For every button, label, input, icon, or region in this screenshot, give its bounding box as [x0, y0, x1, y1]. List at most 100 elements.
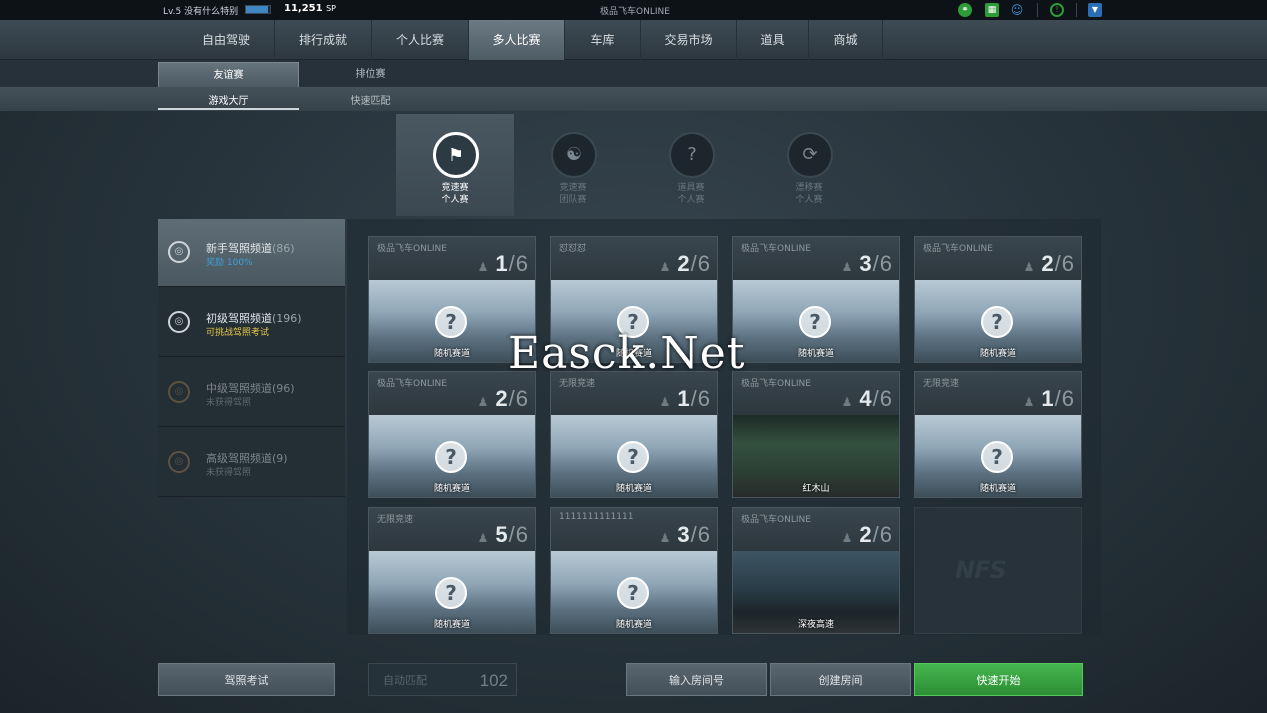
channel-beginner[interactable]: ◎ 初级驾照频道(196) 可挑战驾照考试 [158, 289, 345, 357]
player-icon: ♟ [841, 260, 854, 274]
room-player-count: ♟ 2/6 [1023, 251, 1075, 276]
player-icon: ♟ [841, 395, 854, 409]
track-name: 深夜高速 [797, 620, 834, 630]
channel-status: 奖励 100% [206, 258, 253, 268]
nav-free-drive[interactable]: 自由驾驶 [178, 20, 275, 60]
nav-solo-race[interactable]: 个人比赛 [372, 20, 469, 60]
create-room-button[interactable]: 创建房间 [770, 663, 911, 696]
track-name: 随机赛道 [433, 484, 470, 494]
player-icon: ♟ [477, 395, 490, 409]
nav-multiplayer[interactable]: 多人比赛 [469, 20, 565, 60]
room-name: 怼怼怼 [559, 244, 587, 254]
room-card[interactable]: 无限竞速 ♟ 1/6? 随机赛道 [914, 371, 1082, 498]
channel-count: (96) [272, 382, 295, 395]
room-player-count: ♟ 3/6 [659, 522, 711, 547]
steering-wheel-icon: ◎ [168, 241, 190, 263]
room-card[interactable]: 无限竞速 ♟ 1/6? 随机赛道 [550, 371, 718, 498]
topbar-divider [1076, 3, 1077, 17]
room-players: 2 [495, 386, 509, 411]
question-mark-icon: ? [435, 441, 467, 473]
player-icon: ♟ [841, 531, 854, 545]
room-card[interactable]: 极品飞车ONLINE ♟ 4/6 红木山 [732, 371, 900, 498]
track-preview-image: ? 随机赛道 [551, 551, 717, 633]
channel-count: (196) [272, 312, 302, 325]
room-players: 1 [1041, 386, 1055, 411]
game-title: 极品飞车ONLINE [600, 7, 670, 17]
nav-items[interactable]: 道具 [737, 20, 809, 60]
room-name: 无限竞速 [923, 379, 960, 389]
channel-name: 新手驾照频道 [206, 242, 272, 255]
room-header: 极品飞车ONLINE ♟ 2/6 [915, 237, 1081, 280]
player-icon: ♟ [659, 395, 672, 409]
room-card[interactable]: 1111111111111 ♟ 3/6 ? 随机赛道 [550, 507, 718, 634]
nav-garage[interactable]: 车库 [565, 20, 641, 60]
sp-balance: 11,251 SP [284, 3, 336, 14]
room-players: 2 [859, 522, 873, 547]
tab-ranked-match[interactable]: 排位赛 [300, 62, 441, 87]
winged-wheel-icon: ◎ [168, 381, 190, 403]
topbar-divider [1037, 3, 1038, 17]
room-players: 1 [495, 251, 509, 276]
room-player-count: ♟ 2/6 [477, 386, 529, 411]
room-max-players: 6 [879, 251, 893, 276]
subtab-quick-match[interactable]: 快速匹配 [300, 92, 441, 110]
top-status-bar: Lv.5 没有什么特别 11,251 SP 极品飞车ONLINE ⚭ ▦ ☺ !… [0, 0, 1267, 20]
mode-speed-team[interactable]: ☯ 竞速赛 团队赛 [514, 114, 632, 216]
user-icon[interactable]: ☺ [1010, 3, 1024, 17]
room-players: 1 [677, 386, 691, 411]
room-name: 无限竞速 [377, 515, 414, 525]
mode-speed-solo[interactable]: ⚑ 竞速赛 个人赛 [396, 114, 514, 216]
room-card[interactable]: 极品飞车ONLINE ♟ 2/6 深夜高速 [732, 507, 900, 634]
room-player-count: ♟ 4/6 [841, 386, 893, 411]
license-exam-button[interactable]: 驾照考试 [158, 663, 335, 696]
room-max-players: 6 [697, 386, 711, 411]
room-player-count: ♟ 2/6 [841, 522, 893, 547]
room-players: 2 [677, 251, 691, 276]
track-preview-image: 深夜高速 [733, 551, 899, 633]
channel-count: (86) [272, 242, 295, 255]
room-card[interactable]: 极品飞车ONLINE ♟ 2/6? 随机赛道 [914, 236, 1082, 363]
enter-room-number-button[interactable]: 输入房间号 [626, 663, 767, 696]
track-preview-image: ? 随机赛道 [733, 280, 899, 362]
calendar-icon[interactable]: ▦ [985, 3, 999, 17]
info-icon[interactable]: ! [1050, 3, 1064, 17]
room-header: 无限竞速 ♟ 1/6 [915, 372, 1081, 415]
room-max-players: 6 [879, 522, 893, 547]
room-max-players: 6 [1061, 251, 1075, 276]
mode-subtitle: 个人赛 [795, 195, 823, 205]
room-card[interactable]: 极品飞车ONLINE ♟ 3/6? 随机赛道 [732, 236, 900, 363]
quick-start-button[interactable]: 快速开始 [914, 663, 1083, 696]
player-icon: ♟ [659, 531, 672, 545]
channel-intermediate[interactable]: ◎ 中级驾照频道(96) 未获得驾照 [158, 359, 345, 427]
steering-wheel-icon: ◎ [168, 311, 190, 333]
room-max-players: 6 [697, 522, 711, 547]
main-navigation: 自由驾驶 排行成就 个人比赛 多人比赛 车库 交易市场 道具 商城 [0, 20, 1267, 60]
channel-advanced[interactable]: ◎ 高级驾照频道(9) 未获得驾照 [158, 429, 345, 497]
room-name: 极品飞车ONLINE [377, 379, 447, 389]
nav-shop[interactable]: 商城 [809, 20, 883, 60]
nav-market[interactable]: 交易市场 [641, 20, 737, 60]
room-card[interactable]: 极品飞车ONLINE ♟ 2/6? 随机赛道 [368, 371, 536, 498]
player-icon: ♟ [1023, 395, 1036, 409]
channel-novice[interactable]: ◎ 新手驾照频道(86) 奖励 100% [158, 219, 345, 287]
mode-item-solo[interactable]: ? 道具赛 个人赛 [632, 114, 750, 216]
question-mark-icon: ? [435, 577, 467, 609]
room-name: 1111111111111 [559, 512, 634, 522]
room-card[interactable]: 无限竞速 ♟ 5/6? 随机赛道 [368, 507, 536, 634]
track-name: 随机赛道 [979, 349, 1016, 359]
player-icon: ♟ [659, 260, 672, 274]
track-preview-image: ? 随机赛道 [369, 415, 535, 497]
nav-rankings[interactable]: 排行成就 [275, 20, 372, 60]
mode-title: 竞速赛 [441, 183, 469, 193]
track-preview-image: ? 随机赛道 [369, 551, 535, 633]
subtab-lobby[interactable]: 游戏大厅 [158, 92, 299, 110]
share-icon[interactable]: ⚭ [958, 3, 972, 17]
track-name: 随机赛道 [615, 620, 652, 630]
dropdown-icon[interactable]: ▼ [1088, 3, 1102, 17]
tab-friendly-match[interactable]: 友谊赛 [158, 62, 299, 87]
channel-status: 未获得驾照 [206, 398, 252, 408]
mode-drift-solo[interactable]: ⟳ 漂移赛 个人赛 [750, 114, 868, 216]
auto-match-button[interactable]: 自动匹配 102 [368, 663, 517, 696]
track-name: 红木山 [802, 484, 830, 494]
room-max-players: 6 [879, 386, 893, 411]
